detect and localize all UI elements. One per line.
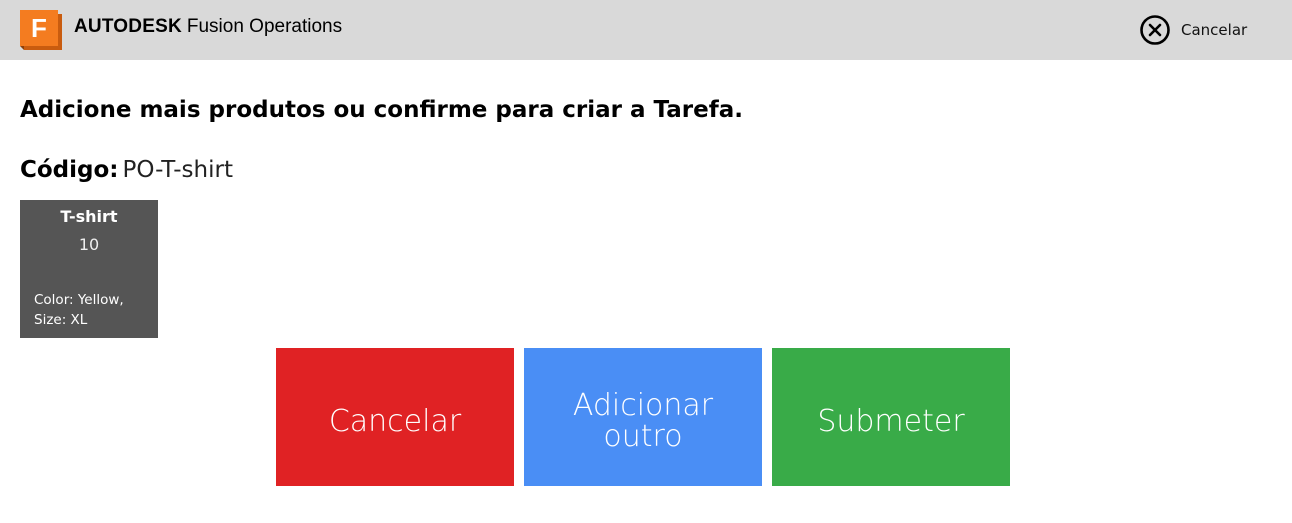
logo-letter: F bbox=[31, 13, 47, 43]
product-attribute-size: Size: XL bbox=[34, 312, 88, 328]
brand-name: AUTODESK bbox=[74, 16, 182, 37]
product-card[interactable]: T-shirt 10 Color: Yellow, Size: XL bbox=[20, 200, 158, 338]
page-instruction: Adicione mais produtos ou confirme para … bbox=[20, 97, 743, 123]
add-another-button[interactable]: Adicionar outro bbox=[524, 348, 762, 486]
add-another-label-line1: Adicionar bbox=[572, 388, 714, 423]
app-header: F AUTODESK Fusion Operations Cancelar bbox=[0, 0, 1292, 60]
product-attributes: Color: Yellow, Size: XL bbox=[34, 290, 154, 330]
add-another-label-line2: outro bbox=[603, 419, 683, 454]
submit-button[interactable]: Submeter bbox=[772, 348, 1010, 486]
app-title: AUTODESK Fusion Operations bbox=[74, 15, 342, 39]
code-value: PO-T-shirt bbox=[122, 157, 233, 183]
product-name: T-shirt bbox=[60, 207, 118, 226]
product-quantity: 10 bbox=[78, 235, 100, 254]
close-circle-icon[interactable] bbox=[1139, 14, 1171, 46]
order-code: Código: PO-T-shirt bbox=[20, 155, 233, 185]
product-attribute-color: Color: Yellow, bbox=[34, 292, 124, 308]
fusion-logo-icon: F bbox=[20, 10, 62, 50]
code-label: Código: bbox=[20, 157, 119, 183]
cancel-button[interactable]: Cancelar bbox=[276, 348, 514, 486]
submit-button-label: Submeter bbox=[817, 403, 965, 439]
product-name: Fusion Operations bbox=[186, 16, 343, 37]
header-cancel-label[interactable]: Cancelar bbox=[1181, 21, 1247, 39]
header-cancel-button[interactable]: Cancelar bbox=[1139, 14, 1247, 46]
cancel-button-label: Cancelar bbox=[328, 403, 462, 439]
